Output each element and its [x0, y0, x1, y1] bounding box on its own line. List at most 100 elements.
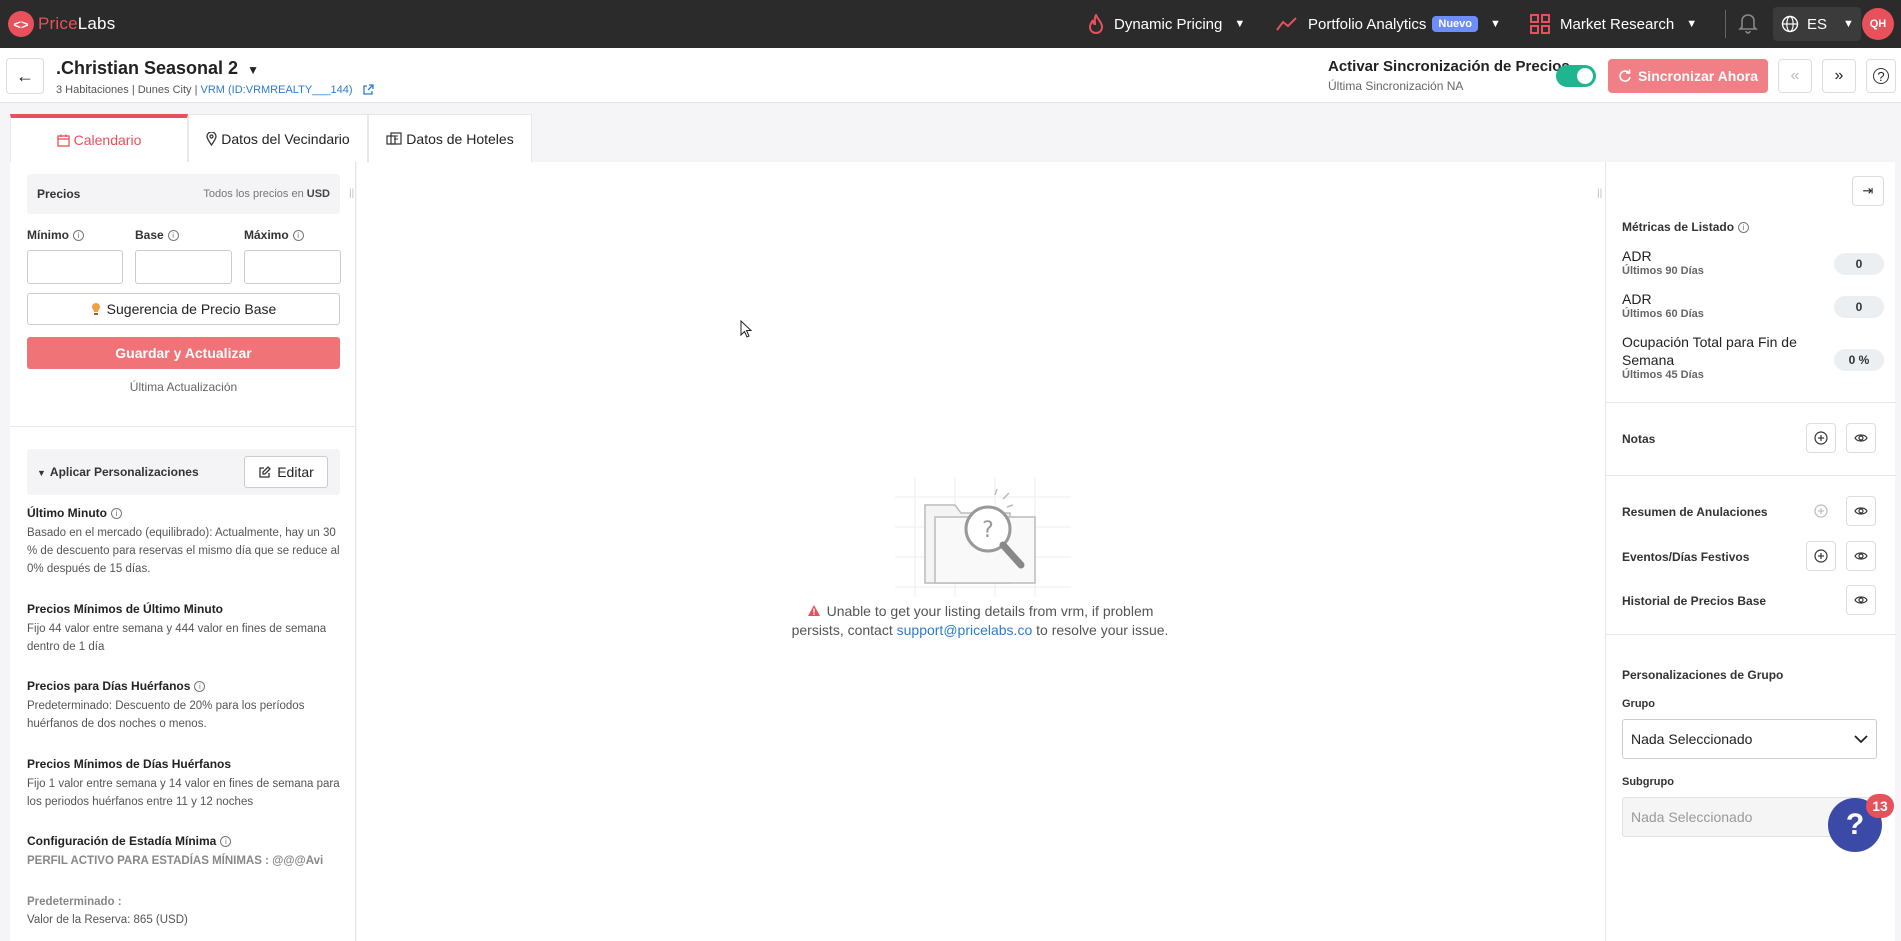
metrics-header: Métricas de Listado i	[1622, 220, 1750, 234]
info-icon[interactable]: i	[110, 508, 122, 520]
calendar-icon	[56, 134, 70, 147]
subgroup-label: Subgrupo	[1622, 776, 1674, 788]
metric-value: 0 %	[1834, 349, 1884, 371]
user-avatar[interactable]: QH	[1862, 8, 1894, 40]
events-holidays-label: Eventos/Días Festivos	[1622, 550, 1750, 564]
collapse-panel-button[interactable]: ⇥	[1852, 176, 1884, 206]
tab-neighborhood-data[interactable]: Datos del Vecindario	[188, 114, 368, 162]
metric-weekend-occupancy: Ocupación Total para Fin de Semana Últim…	[1622, 333, 1884, 381]
edit-icon	[258, 465, 272, 479]
section-divider	[10, 426, 355, 427]
external-link-icon[interactable]	[362, 84, 374, 96]
new-badge: Nuevo	[1432, 16, 1479, 32]
edit-customizations-button[interactable]: Editar	[244, 456, 328, 488]
chevron-down-icon	[1854, 734, 1868, 744]
base-price-suggestion-button[interactable]: Sugerencia de Precio Base	[27, 293, 340, 325]
trend-chart-icon	[1276, 16, 1298, 32]
view-cancellations-button[interactable]	[1846, 496, 1876, 526]
lightbulb-icon	[91, 302, 101, 316]
nav-portfolio-analytics[interactable]: Portfolio Analytics Nuevo ▼	[1276, 0, 1501, 48]
info-icon[interactable]: i	[292, 230, 304, 242]
warning-icon	[807, 604, 821, 617]
mouse-cursor	[740, 319, 753, 341]
rule-orphan-min-prices: Precios Mínimos de Días Huérfanos Fijo 1…	[27, 757, 340, 808]
help-button[interactable]: ?	[1866, 59, 1896, 93]
view-base-price-history-button[interactable]	[1846, 585, 1876, 615]
globe-icon	[1781, 15, 1799, 33]
base-price-label: Base i	[135, 228, 179, 242]
double-chevron-right-icon: »	[1834, 67, 1844, 84]
question-circle-icon: ?	[1873, 68, 1889, 84]
last-update-text: Última Actualización	[129, 380, 238, 394]
refresh-icon	[1618, 69, 1632, 83]
chevron-down-icon: ▼	[1843, 18, 1854, 30]
question-icon: ?	[1845, 808, 1865, 841]
rule-last-minute: Último Minuto i Basado en el mercado (equ…	[27, 506, 340, 575]
caret-down-icon: ▼	[247, 63, 259, 77]
caret-down-icon: ▼	[37, 468, 46, 478]
rule-last-minute-min-prices: Precios Mínimos de Último Minuto Fijo 44…	[27, 602, 327, 653]
customizations-header[interactable]: ▼ Aplicar Personalizaciones Editar	[27, 449, 340, 495]
top-navbar: <> PriceLabs Dynamic Pricing ▼ Portfolio…	[0, 0, 1901, 48]
metric-adr-60: ADR Últimos 60 Días 0	[1622, 290, 1884, 320]
info-icon[interactable]: i	[167, 230, 179, 242]
listing-subtitle: 3 Habitaciones | Dunes City | VRM (ID:VR…	[56, 84, 374, 96]
plus-circle-icon	[1814, 431, 1828, 445]
notes-label: Notas	[1622, 432, 1656, 446]
info-icon[interactable]: i	[1738, 222, 1750, 234]
plus-circle-icon	[1814, 504, 1828, 521]
eye-icon	[1854, 506, 1868, 516]
max-price-input[interactable]	[244, 250, 341, 284]
pricelabs-logo[interactable]: <> PriceLabs	[8, 11, 115, 37]
save-and-refresh-button[interactable]: Guardar y Actualizar	[27, 337, 340, 369]
support-email-link[interactable]: support@pricelabs.co	[897, 622, 1033, 638]
double-chevron-left-icon: «	[1790, 67, 1800, 84]
eye-icon	[1854, 433, 1868, 443]
info-icon[interactable]: i	[194, 681, 206, 693]
grid-icon	[1530, 14, 1550, 34]
hotel-icon	[386, 132, 402, 145]
base-price-input[interactable]	[135, 250, 232, 284]
info-icon[interactable]: i	[220, 836, 232, 848]
sync-now-button[interactable]: Sincronizar Ahora	[1608, 59, 1768, 93]
rule-orphan-days: Precios para Días Huérfanos i Predetermin…	[27, 679, 305, 730]
svg-text:?: ?	[982, 518, 994, 543]
chevron-down-icon: ▼	[1234, 18, 1246, 30]
add-event-button[interactable]	[1806, 541, 1836, 571]
sync-toggle[interactable]	[1556, 65, 1596, 87]
plus-circle-icon	[1814, 549, 1828, 563]
left-resize-handle[interactable]: ||	[349, 188, 354, 199]
info-icon[interactable]: i	[73, 230, 84, 242]
metric-adr-90: ADR Últimos 90 Días 0	[1622, 247, 1884, 277]
next-listing-button[interactable]: »	[1822, 59, 1856, 93]
view-events-button[interactable]	[1846, 541, 1876, 571]
tab-calendar[interactable]: Calendario	[10, 114, 188, 162]
eye-icon	[1854, 595, 1868, 605]
language-selector[interactable]: ES ▼	[1773, 7, 1861, 41]
right-resize-handle[interactable]: ||	[1597, 188, 1602, 199]
tab-hotel-data[interactable]: Datos de Hoteles	[368, 114, 532, 162]
bell-icon[interactable]	[1738, 12, 1758, 37]
chevron-down-icon: ▼	[1686, 18, 1698, 30]
default-booking-value: Predeterminado : Valor de la Reserva: 86…	[27, 896, 188, 926]
logo-mark: <>	[8, 11, 34, 37]
back-button[interactable]: ←	[6, 58, 44, 94]
group-select[interactable]: Nada Seleccionado	[1622, 719, 1877, 759]
pricing-panel: Precios Todos los precios en USD Mínimo i…	[10, 162, 356, 941]
cancellations-summary-label: Resumen de Anulaciones	[1622, 505, 1768, 519]
arrow-left-icon: ←	[16, 65, 34, 86]
last-sync-text: Última Sincronización NA	[1328, 79, 1464, 93]
view-notes-button[interactable]	[1846, 423, 1876, 453]
empty-state-illustration: ?	[895, 477, 1071, 597]
base-price-history-label: Historial de Precios Base	[1622, 594, 1767, 608]
min-price-input[interactable]	[27, 250, 123, 284]
listing-title-dropdown[interactable]: .Christian Seasonal 2 ▼	[56, 58, 259, 79]
pms-listing-link[interactable]: VRM (ID:VRMREALTY___144)	[201, 84, 353, 96]
nav-market-research[interactable]: Market Research ▼	[1530, 0, 1697, 48]
previous-listing-button[interactable]: «	[1778, 59, 1812, 93]
group-label: Grupo	[1622, 698, 1655, 710]
nav-dynamic-pricing[interactable]: Dynamic Pricing ▼	[1088, 0, 1245, 48]
eye-icon	[1854, 551, 1868, 561]
listing-header: ← .Christian Seasonal 2 ▼ 3 Habitaciones…	[0, 48, 1901, 103]
add-note-button[interactable]	[1806, 423, 1836, 453]
